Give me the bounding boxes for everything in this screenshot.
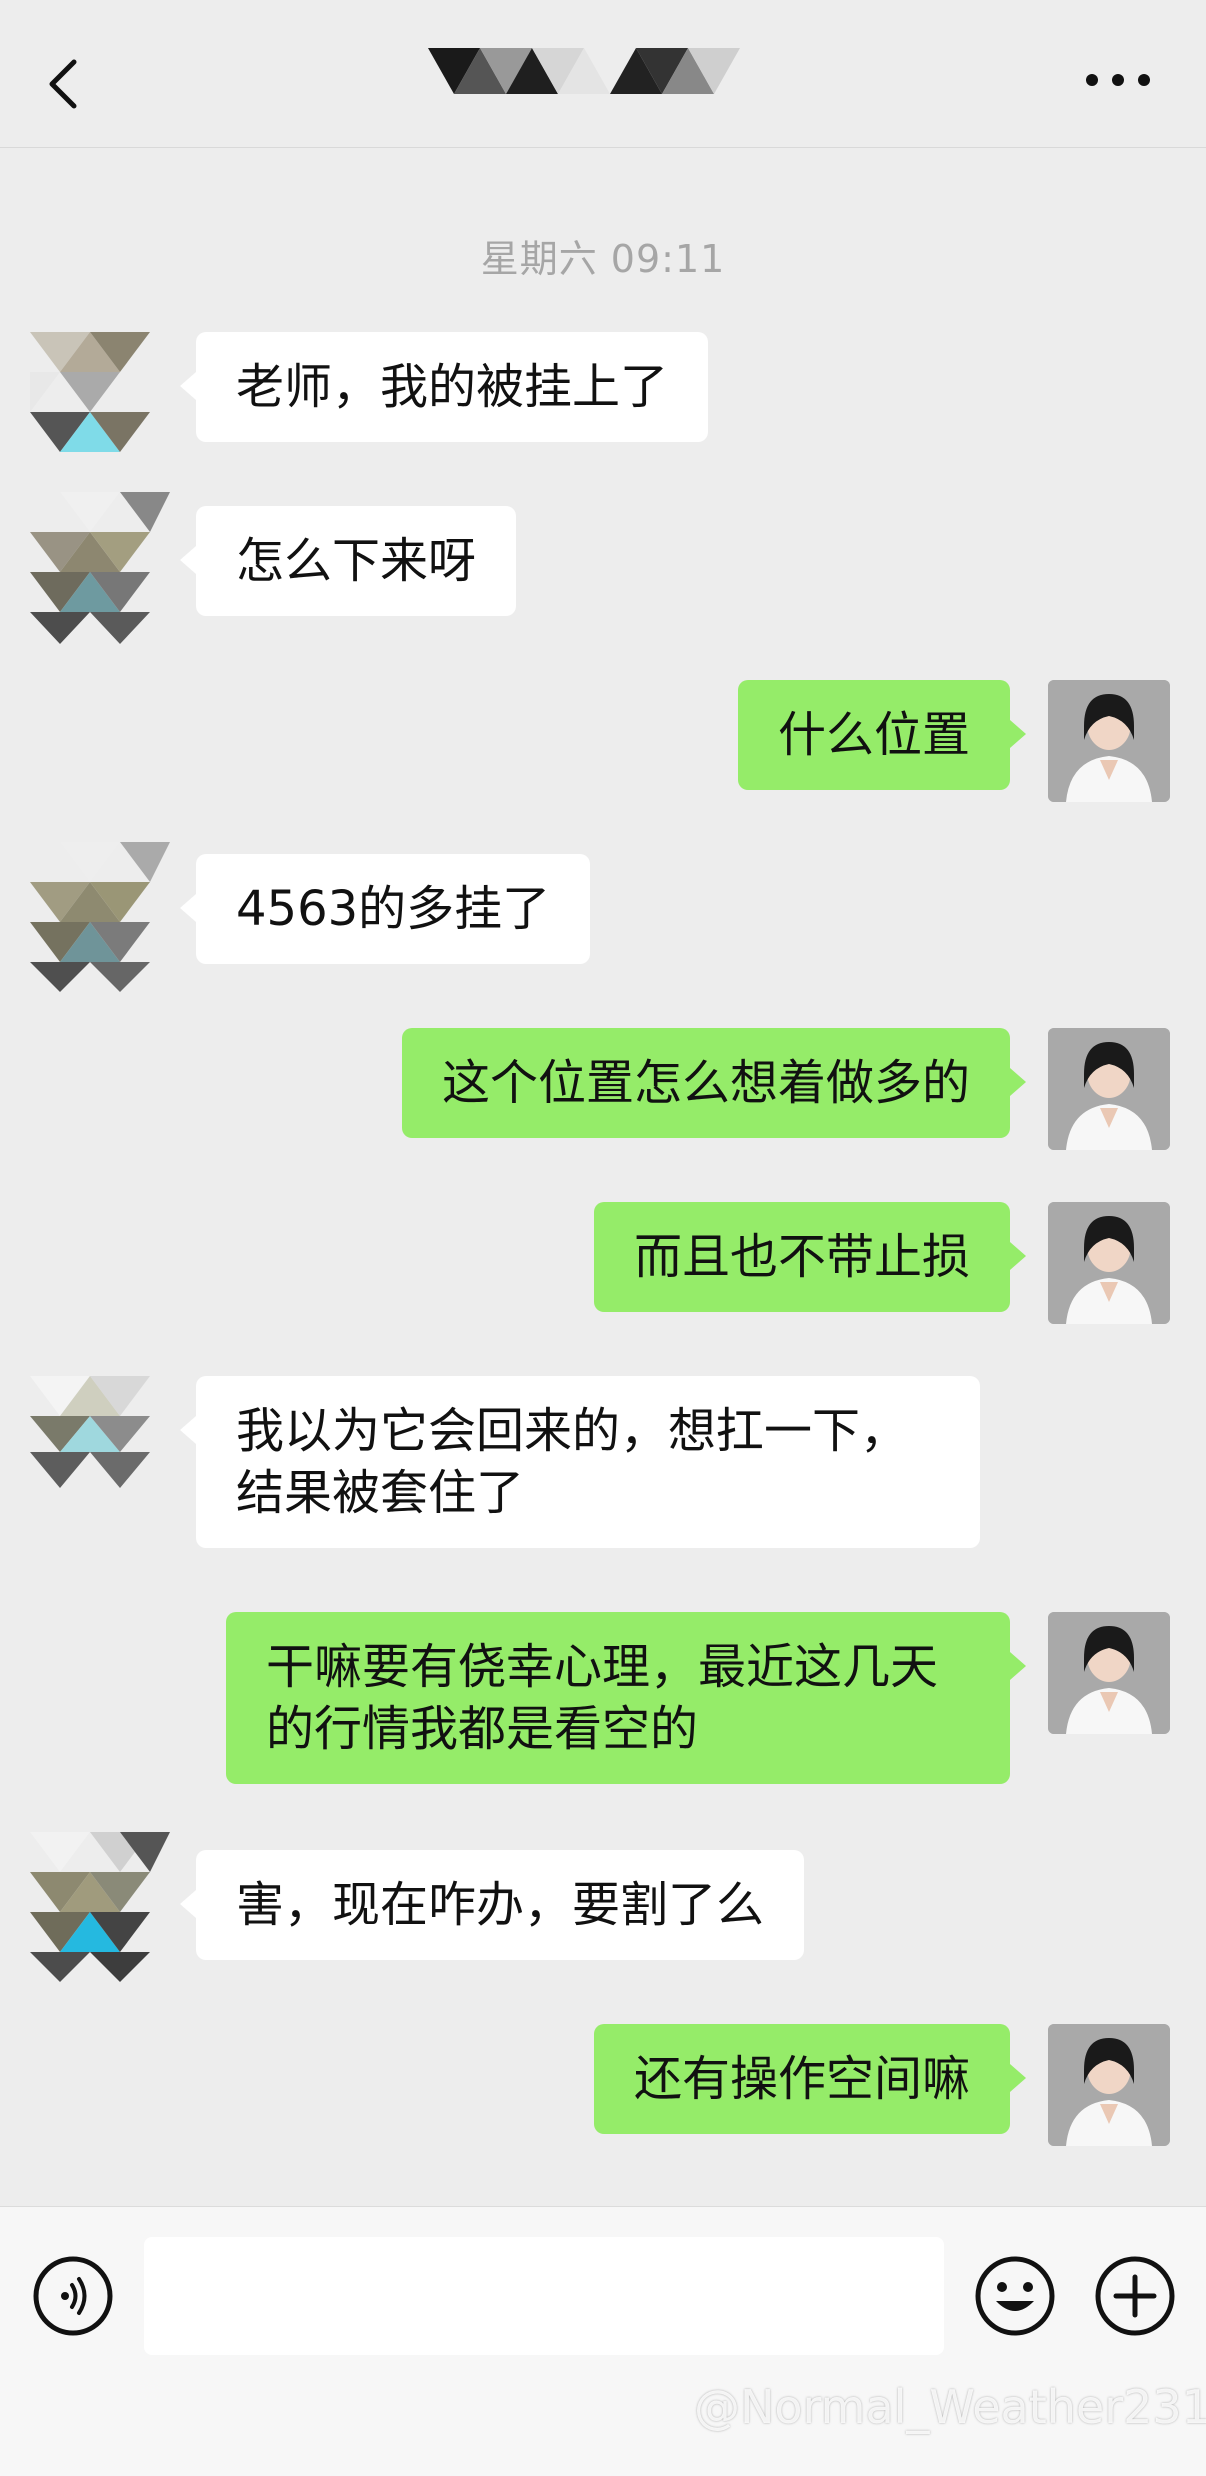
ellipsis-icon (1086, 74, 1150, 86)
mosaic-avatar-icon (30, 332, 150, 452)
chevron-left-icon (49, 59, 77, 109)
chat-header (0, 0, 1206, 148)
message-bubble-incoming[interactable]: 害，现在咋办，要割了么 (179, 1850, 805, 1960)
user-avatar[interactable] (1048, 1028, 1170, 1150)
contact-avatar[interactable] (30, 492, 170, 644)
voice-icon (33, 2256, 113, 2336)
contact-avatar[interactable] (30, 332, 170, 452)
message-line: 结果被套住了 (236, 1465, 525, 1521)
mosaic-avatar-icon (30, 1376, 150, 1488)
message-input[interactable] (144, 2237, 944, 2355)
message-bubble-outgoing[interactable]: 还有操作空间嘛 (593, 2024, 1027, 2134)
mosaic-avatar-icon (30, 842, 170, 992)
voice-button[interactable] (32, 2255, 114, 2337)
user-avatar[interactable] (1048, 1612, 1170, 1734)
user-avatar[interactable] (1048, 1202, 1170, 1324)
message-bubble-outgoing[interactable]: 而且也不带止损 (593, 1202, 1027, 1312)
input-bar (0, 2206, 1206, 2476)
message-line: 的行情我都是看空的 (266, 1701, 699, 1757)
message-line: 干嘛要有侥幸心理，最近这几天 (266, 1639, 939, 1695)
mosaic-avatar-icon (30, 1832, 170, 1982)
message-bubble-incoming[interactable]: 4563的多挂了 (179, 854, 591, 964)
user-avatar[interactable] (1048, 680, 1170, 802)
user-photo-icon (1048, 680, 1170, 802)
emoji-icon (975, 2256, 1055, 2336)
user-photo-icon (1048, 1202, 1170, 1324)
watermark-text: @Normal_Weather2311 (694, 2380, 1206, 2434)
message-bubble-incoming[interactable]: 我以为它会回来的，想扛一下， 结果被套住了 (180, 1376, 980, 1548)
mosaic-avatar-icon (30, 492, 170, 644)
user-photo-icon (1048, 1612, 1170, 1734)
user-photo-icon (1048, 2024, 1170, 2146)
message-line: 我以为它会回来的，想扛一下， (236, 1403, 909, 1459)
more-options-button[interactable] (1078, 52, 1158, 108)
message-bubble-outgoing[interactable]: 这个位置怎么想着做多的 (401, 1028, 1027, 1138)
user-photo-icon (1048, 1028, 1170, 1150)
message-bubble-incoming[interactable]: 老师，我的被挂上了 (179, 332, 709, 442)
back-button[interactable] (36, 48, 92, 120)
message-bubble-incoming[interactable]: 怎么下来呀 (179, 506, 517, 616)
user-avatar[interactable] (1048, 2024, 1170, 2146)
contact-avatar[interactable] (30, 1376, 170, 1488)
contact-avatar[interactable] (30, 1832, 170, 1982)
message-bubble-outgoing[interactable]: 干嘛要有侥幸心理，最近这几天 的行情我都是看空的 (226, 1612, 1026, 1784)
contact-avatar[interactable] (30, 842, 170, 992)
more-functions-button[interactable] (1094, 2255, 1176, 2337)
plus-icon (1095, 2256, 1175, 2336)
message-timestamp: 星期六 09:11 (480, 237, 726, 281)
emoji-button[interactable] (974, 2255, 1056, 2337)
message-bubble-outgoing[interactable]: 什么位置 (737, 680, 1027, 790)
contact-name-mosaic (428, 48, 740, 94)
